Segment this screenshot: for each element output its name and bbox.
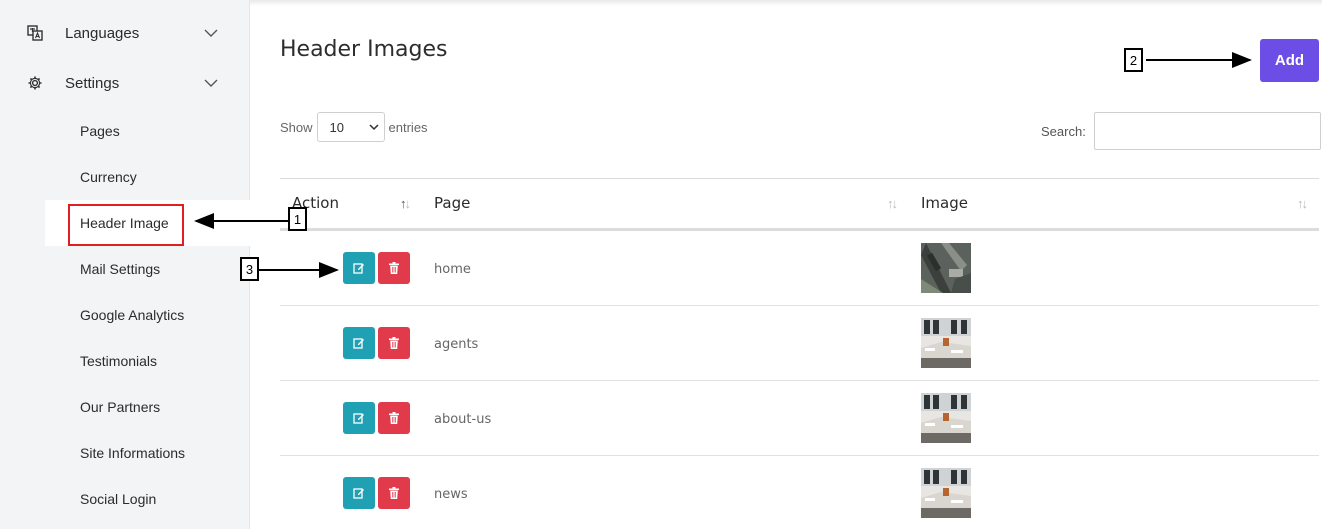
page-cell: agents <box>434 337 479 352</box>
trash-icon <box>389 262 399 274</box>
annotation-label-1: 1 <box>288 207 307 231</box>
sort-icon[interactable]: ↑↓ <box>400 196 411 211</box>
entries-select[interactable]: 10 <box>316 112 385 142</box>
add-button[interactable]: Add <box>1260 39 1319 82</box>
row-divider <box>280 305 1319 306</box>
page-title: Header Images <box>280 37 448 62</box>
edit-icon <box>353 338 364 349</box>
sidebar-item-label: Languages <box>65 24 140 42</box>
row-divider <box>280 380 1319 381</box>
entries-select-value: 10 <box>329 119 344 135</box>
trash-icon <box>389 412 399 424</box>
highlight-box <box>68 204 184 246</box>
delete-button[interactable] <box>378 477 410 509</box>
table-top-border <box>280 178 1319 179</box>
chevron-down-icon <box>368 121 380 133</box>
edit-button[interactable] <box>343 402 375 434</box>
sidebar-subitem-site-informations[interactable]: Site Informations <box>80 443 185 463</box>
sort-icon[interactable]: ↑↓ <box>887 196 898 211</box>
delete-button[interactable] <box>378 327 410 359</box>
row-divider <box>280 455 1319 456</box>
edit-button[interactable] <box>343 252 375 284</box>
sort-icon[interactable]: ↑↓ <box>1297 196 1308 211</box>
search-label: Search: <box>1041 123 1086 139</box>
header-image-thumbnail <box>921 393 971 443</box>
chevron-down-icon <box>203 75 219 91</box>
header-image-thumbnail <box>921 243 971 293</box>
sidebar: Languages Settings Pages Currency Header… <box>0 0 250 529</box>
search-input[interactable] <box>1093 112 1321 150</box>
sidebar-item-languages[interactable]: Languages <box>0 13 250 53</box>
table-header-border <box>280 228 1319 231</box>
annotation-label-2: 2 <box>1124 48 1143 72</box>
gear-icon <box>26 74 44 92</box>
edit-icon <box>353 413 364 424</box>
sidebar-subitem-social-login[interactable]: Social Login <box>80 489 156 509</box>
trash-icon <box>389 337 399 349</box>
trash-icon <box>389 487 399 499</box>
page-cell: news <box>434 487 468 502</box>
header-image-thumbnail <box>921 468 971 518</box>
sidebar-subitem-our-partners[interactable]: Our Partners <box>80 397 160 417</box>
edit-icon <box>353 263 364 274</box>
sidebar-subitem-pages[interactable]: Pages <box>80 121 120 141</box>
sidebar-subitem-testimonials[interactable]: Testimonials <box>80 351 157 371</box>
annotation-label-3: 3 <box>240 257 259 281</box>
edit-icon <box>353 488 364 499</box>
delete-button[interactable] <box>378 402 410 434</box>
column-header-image[interactable]: Image <box>921 194 968 212</box>
sidebar-item-label: Settings <box>65 74 120 92</box>
sidebar-subitem-google-analytics[interactable]: Google Analytics <box>80 305 184 325</box>
sidebar-subitem-mail-settings[interactable]: Mail Settings <box>80 259 160 279</box>
edit-button[interactable] <box>343 327 375 359</box>
sidebar-item-settings[interactable]: Settings <box>0 63 250 103</box>
entries-length-control: Show 10 entries <box>280 112 428 142</box>
column-header-page[interactable]: Page <box>434 194 470 212</box>
header-image-thumbnail <box>921 318 971 368</box>
search-control: Search: <box>1041 112 1321 150</box>
show-label: Show <box>280 119 313 135</box>
entries-label: entries <box>388 119 428 135</box>
sidebar-subitem-currency[interactable]: Currency <box>80 167 137 187</box>
topbar-shadow <box>250 0 1322 6</box>
chevron-down-icon <box>203 25 219 41</box>
edit-button[interactable] <box>343 477 375 509</box>
translate-icon <box>26 24 44 42</box>
page-cell: home <box>434 262 471 277</box>
delete-button[interactable] <box>378 252 410 284</box>
page-cell: about-us <box>434 412 492 427</box>
